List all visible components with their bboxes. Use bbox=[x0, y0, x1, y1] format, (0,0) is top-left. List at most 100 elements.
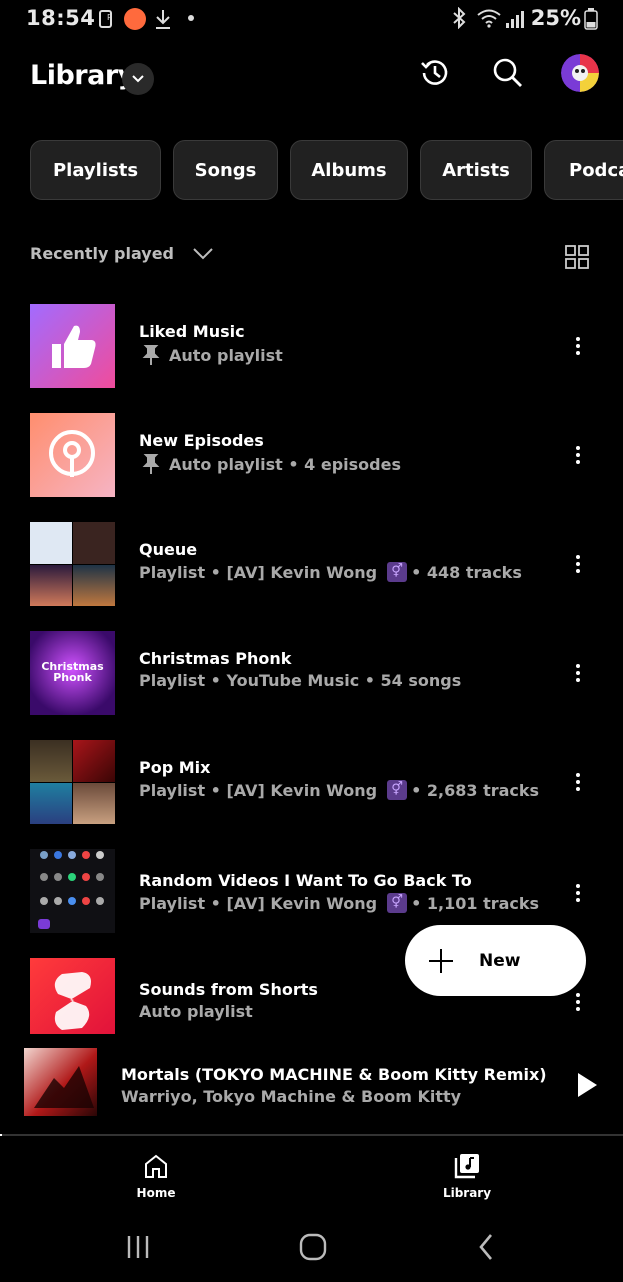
list-item[interactable]: New Episodes Auto playlist • 4 episodes bbox=[30, 413, 623, 497]
battery-icon bbox=[584, 8, 598, 34]
shorts-icon bbox=[54, 972, 91, 1030]
pin-icon bbox=[142, 454, 160, 474]
grid-view-button[interactable] bbox=[565, 245, 589, 273]
item-count: • 2,683 tracks bbox=[411, 780, 540, 800]
item-title: Queue bbox=[139, 540, 198, 559]
list-item[interactable]: Christmas Phonk Christmas Phonk Playlist… bbox=[30, 631, 623, 715]
playlist-thumbnail bbox=[30, 413, 115, 497]
playlist-thumbnail bbox=[30, 740, 115, 824]
play-icon bbox=[578, 1073, 597, 1097]
list-item[interactable]: Queue Playlist • [AV] Kevin Wong ⚥ • 448 … bbox=[30, 522, 623, 606]
list-item[interactable]: Liked Music Auto playlist bbox=[30, 304, 623, 388]
system-navigation-bar bbox=[0, 1222, 623, 1282]
download-icon bbox=[154, 8, 172, 34]
avatar[interactable] bbox=[561, 54, 599, 92]
nav-library[interactable]: Library bbox=[427, 1152, 507, 1200]
history-button[interactable] bbox=[417, 55, 453, 91]
more-vert-icon bbox=[576, 993, 580, 1011]
chip-albums[interactable]: Albums bbox=[290, 140, 408, 200]
more-options-button[interactable] bbox=[570, 663, 586, 683]
filter-chips: Playlists Songs Albums Artists Podca bbox=[30, 140, 623, 200]
item-subtitle: Auto playlist bbox=[139, 1002, 253, 1021]
recents-icon bbox=[127, 1236, 149, 1258]
search-icon bbox=[493, 58, 522, 87]
item-subtitle: Playlist • [AV] Kevin Wong bbox=[139, 780, 378, 800]
sort-dropdown[interactable]: Recently played bbox=[30, 244, 214, 263]
list-item[interactable]: Random Videos I Want To Go Back To Playl… bbox=[30, 849, 623, 933]
clock: 18:54 bbox=[26, 6, 96, 30]
playlist-thumbnail bbox=[30, 958, 115, 1034]
library-switcher-button[interactable] bbox=[122, 63, 154, 95]
item-title: New Episodes bbox=[139, 431, 264, 450]
back-icon bbox=[479, 1234, 492, 1260]
list-item[interactable]: Pop Mix Playlist • [AV] Kevin Wong ⚥ • 2,… bbox=[30, 740, 623, 824]
item-title: Sounds from Shorts bbox=[139, 980, 318, 999]
chip-podcasts[interactable]: Podca bbox=[544, 140, 623, 200]
item-title: Christmas Phonk bbox=[139, 649, 292, 668]
more-vert-icon bbox=[576, 337, 580, 355]
more-options-button[interactable] bbox=[570, 554, 586, 574]
system-home-button[interactable] bbox=[298, 1232, 328, 1266]
item-subtitle: Playlist • [AV] Kevin Wong bbox=[139, 562, 378, 582]
item-subtitle: Playlist • YouTube Music • 54 songs bbox=[139, 671, 462, 690]
page-title: Library bbox=[30, 60, 135, 91]
more-vert-icon bbox=[576, 446, 580, 464]
chip-songs[interactable]: Songs bbox=[173, 140, 278, 200]
app-notification-icon bbox=[124, 8, 146, 30]
item-count: • 448 tracks bbox=[411, 562, 522, 582]
item-subtitle: Auto playlist • 4 episodes bbox=[169, 454, 401, 474]
sim-icon: P bbox=[97, 9, 117, 33]
item-title: Pop Mix bbox=[139, 758, 211, 777]
new-playlist-button[interactable]: New bbox=[405, 925, 586, 996]
signal-icon bbox=[505, 9, 525, 33]
new-button-label: New bbox=[479, 950, 521, 971]
library-icon bbox=[454, 1154, 479, 1179]
sort-label: Recently played bbox=[30, 244, 175, 263]
battery-percent: 25% bbox=[530, 6, 581, 30]
pin-icon bbox=[142, 345, 160, 365]
mini-player[interactable]: Mortals (TOKYO MACHINE & Boom Kitty Remi… bbox=[0, 1040, 623, 1136]
thumbnail-caption: Christmas Phonk bbox=[41, 660, 104, 684]
chevron-down-icon bbox=[193, 247, 213, 259]
wifi-icon bbox=[476, 8, 502, 32]
podcast-icon bbox=[49, 430, 95, 477]
nav-label: Home bbox=[136, 1186, 176, 1200]
more-options-button[interactable] bbox=[570, 883, 586, 903]
bluetooth-icon bbox=[451, 6, 467, 33]
playlist-thumbnail bbox=[30, 304, 115, 388]
item-title: Random Videos I Want To Go Back To bbox=[139, 871, 472, 890]
now-playing-artist: Warriyo, Tokyo Machine & Boom Kitty bbox=[121, 1087, 462, 1106]
home-icon bbox=[145, 1154, 167, 1178]
search-button[interactable] bbox=[490, 55, 526, 91]
item-count: • 1,101 tracks bbox=[411, 893, 540, 913]
more-options-button[interactable] bbox=[570, 445, 586, 465]
item-subtitle: Playlist • [AV] Kevin Wong bbox=[139, 893, 378, 913]
playlist-thumbnail bbox=[30, 849, 115, 933]
dot-icon bbox=[188, 15, 194, 21]
more-vert-icon bbox=[576, 664, 580, 682]
back-button[interactable] bbox=[474, 1232, 498, 1266]
chip-artists[interactable]: Artists bbox=[420, 140, 532, 200]
status-bar: 18:54 P 25% bbox=[0, 0, 623, 38]
play-button[interactable] bbox=[574, 1070, 600, 1104]
recents-button[interactable] bbox=[124, 1234, 152, 1264]
svg-text:P: P bbox=[107, 13, 112, 22]
item-title: Liked Music bbox=[139, 322, 245, 341]
chevron-down-icon bbox=[132, 75, 144, 83]
more-vert-icon bbox=[576, 555, 580, 573]
more-vert-icon bbox=[576, 773, 580, 791]
playlist-thumbnail bbox=[30, 522, 115, 606]
nav-home[interactable]: Home bbox=[116, 1152, 196, 1200]
history-icon bbox=[421, 60, 448, 85]
more-options-button[interactable] bbox=[570, 772, 586, 792]
more-options-button[interactable] bbox=[570, 992, 586, 1012]
thumbs-up-icon bbox=[52, 325, 96, 368]
now-playing-title: Mortals (TOKYO MACHINE & Boom Kitty Remi… bbox=[121, 1065, 547, 1084]
plus-icon bbox=[429, 948, 453, 973]
more-options-button[interactable] bbox=[570, 336, 586, 356]
grid-icon bbox=[565, 245, 589, 269]
home-circle-icon bbox=[299, 1233, 327, 1261]
chip-playlists[interactable]: Playlists bbox=[30, 140, 161, 200]
now-playing-thumbnail bbox=[24, 1048, 97, 1116]
playlist-thumbnail: Christmas Phonk bbox=[30, 631, 115, 715]
